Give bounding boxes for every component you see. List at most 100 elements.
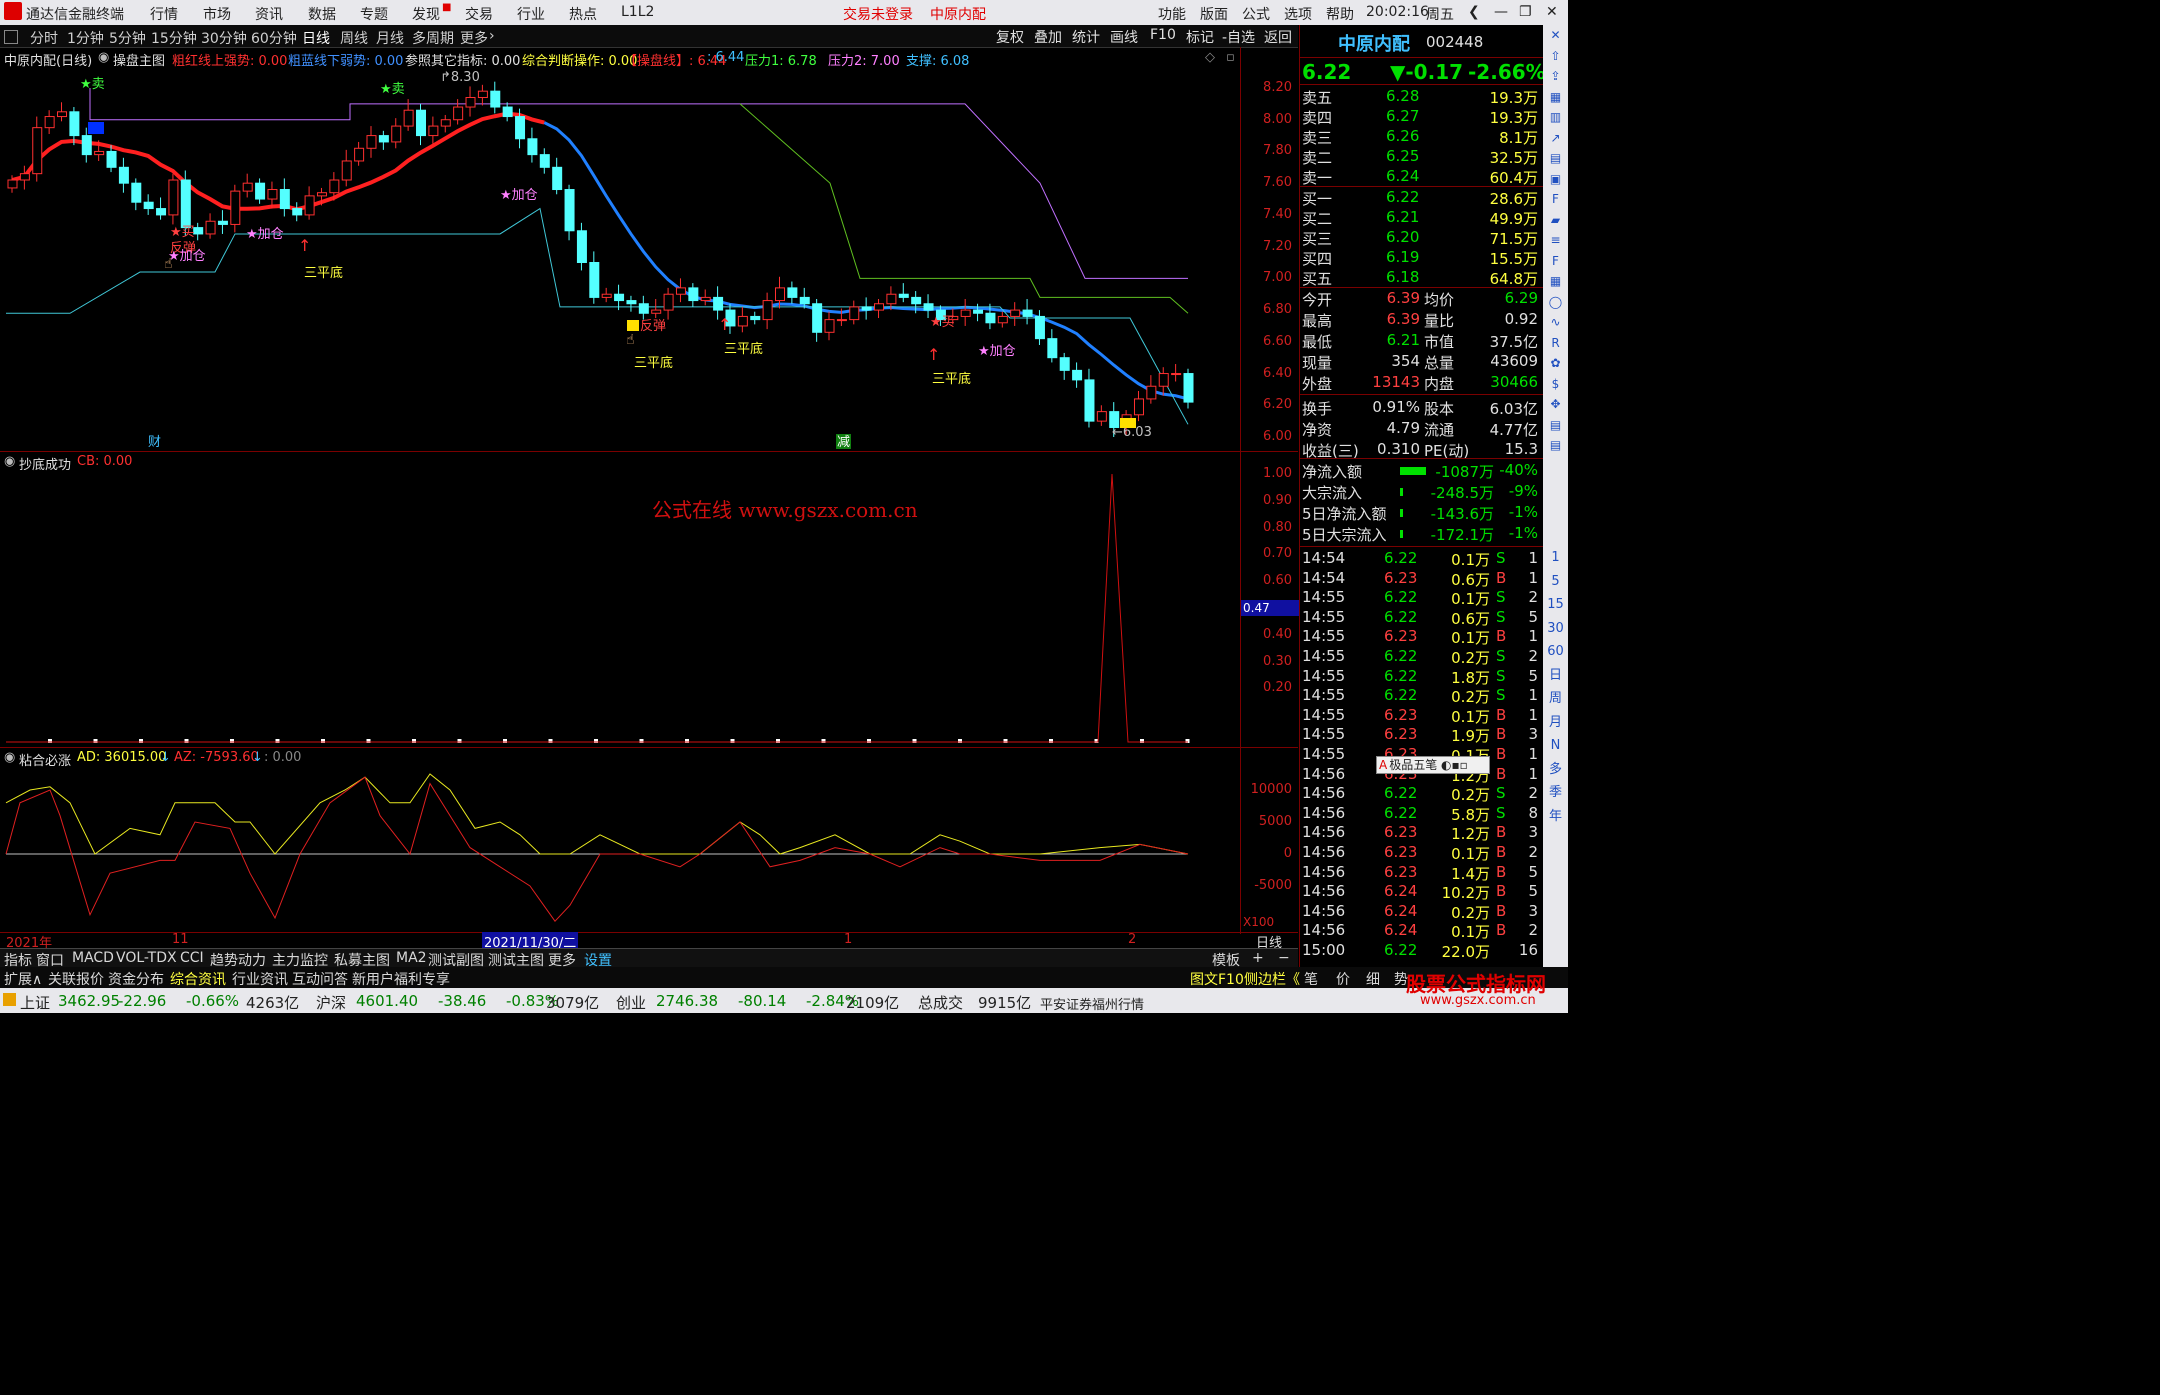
menu-jiaoyi[interactable]: 交易 — [465, 4, 493, 24]
huaxian-button[interactable]: 画线 — [1110, 27, 1138, 47]
period-shortcut[interactable]: N — [1547, 737, 1564, 754]
ext-tab[interactable]: 资金分布 — [108, 969, 164, 989]
period-30min[interactable]: 30分钟 — [201, 28, 247, 48]
back-icon[interactable]: ❮ — [1468, 4, 1480, 20]
ext-tab[interactable]: 扩展∧ — [4, 969, 42, 989]
ext-tab[interactable]: 行业资讯 — [232, 969, 288, 989]
f10-icon[interactable]: F — [1547, 191, 1564, 208]
arrows-icon[interactable]: ✥ — [1547, 396, 1564, 413]
bar-chart-icon[interactable]: ▦ — [1547, 89, 1564, 106]
period-daily[interactable]: 日线 — [302, 28, 330, 48]
ext-right-tab[interactable]: 笔 — [1304, 969, 1318, 989]
menu-l1l2[interactable]: L1L2 — [621, 4, 654, 20]
period-weekly[interactable]: 周线 — [340, 28, 368, 48]
f10-button[interactable]: F10 — [1150, 27, 1176, 43]
gear-icon[interactable]: ✿ — [1547, 355, 1564, 372]
index-name[interactable]: 创业 — [616, 992, 646, 1013]
diejia-button[interactable]: 叠加 — [1034, 27, 1062, 47]
fuquan-button[interactable]: 复权 — [996, 27, 1024, 47]
period-shortcut[interactable]: 年 — [1547, 808, 1564, 825]
grid-icon[interactable]: ▥ — [1547, 109, 1564, 126]
ext-tab[interactable]: 关联报价 — [48, 969, 104, 989]
period-shortcut[interactable]: 月 — [1547, 714, 1564, 731]
tongji-button[interactable]: 统计 — [1072, 27, 1100, 47]
ext-tab[interactable]: 互动问答 — [292, 969, 348, 989]
template-tab[interactable]: + — [1252, 950, 1264, 966]
menu-gongneng[interactable]: 功能 — [1158, 4, 1186, 24]
period-shortcut[interactable]: 1 — [1547, 549, 1564, 566]
circle-icon[interactable]: ◯ — [1547, 294, 1564, 311]
ext-right-tab[interactable]: 图文F10 — [1190, 969, 1244, 989]
ext-right-tab[interactable]: 价 — [1336, 969, 1350, 989]
ext-tab[interactable]: 综合资讯 — [170, 969, 226, 989]
menu-bangzhu[interactable]: 帮助 — [1326, 4, 1354, 24]
period-shortcut[interactable]: 5 — [1547, 573, 1564, 590]
menu-xuanxiang[interactable]: 选项 — [1284, 4, 1312, 24]
period-1min[interactable]: 1分钟 — [67, 28, 104, 48]
ad-az-indicator-chart[interactable] — [0, 748, 1240, 932]
minimize-icon[interactable]: — — [1494, 4, 1508, 20]
list-icon[interactable]: ≡ — [1547, 232, 1564, 249]
menu-redian[interactable]: 热点 — [569, 4, 597, 24]
cb-indicator-chart[interactable] — [0, 452, 1240, 747]
menu-zhuanti[interactable]: 专题 — [360, 4, 388, 24]
menu-banmian[interactable]: 版面 — [1200, 4, 1228, 24]
indicator-tab[interactable]: VOL-TDX — [116, 950, 177, 966]
menu-shichang[interactable]: 市场 — [203, 4, 231, 24]
ime-popup[interactable]: A 极品五笔 ◐▪▫ — [1376, 756, 1490, 774]
ext-right-tab[interactable]: 细 — [1366, 969, 1380, 989]
indicator-tab[interactable]: CCI — [180, 950, 204, 966]
period-15min[interactable]: 15分钟 — [151, 28, 197, 48]
ext-tab[interactable]: 新用户福利专享 — [352, 969, 450, 989]
flag-icon[interactable]: ▰ — [1547, 212, 1564, 229]
wave-icon[interactable]: ∿ — [1547, 314, 1564, 331]
period-5min[interactable]: 5分钟 — [109, 28, 146, 48]
period-shortcut[interactable]: 30 — [1547, 620, 1564, 637]
biaoji-button[interactable]: 标记 — [1186, 27, 1214, 47]
period-shortcut[interactable]: 15 — [1547, 596, 1564, 613]
trade-login-status[interactable]: 交易未登录 — [843, 4, 913, 24]
menu-shuju[interactable]: 数据 — [308, 4, 336, 24]
period-shortcut[interactable]: 60 — [1547, 643, 1564, 660]
indicator-tab[interactable]: MA2 — [396, 950, 427, 966]
period-multi[interactable]: 多周期 — [412, 28, 454, 48]
trend-icon[interactable]: ↗ — [1547, 130, 1564, 147]
indicator-toggle-icon[interactable]: ◉ — [98, 50, 109, 65]
candlestick-chart[interactable]: ★卖 ★卖★买反弹★加仓★加仓★加仓★加仓★买反弹三平底三平底三平底三平底↑↑↑↱… — [0, 68, 1240, 451]
period-shortcut[interactable]: 多 — [1547, 761, 1564, 778]
main-indicator-name[interactable]: 操盘主图 — [113, 50, 165, 69]
close-icon[interactable]: ✕ — [1547, 27, 1564, 44]
diamond-icon[interactable]: ◇ — [1205, 50, 1215, 65]
chevron-right-icon[interactable]: › — [489, 28, 495, 44]
template-tab[interactable]: − — [1278, 950, 1290, 966]
period-monthly[interactable]: 月线 — [376, 28, 404, 48]
fanhui-button[interactable]: 返回 — [1264, 27, 1292, 47]
index-name[interactable]: 上证 — [20, 992, 50, 1013]
doc2-icon[interactable]: ▤ — [1547, 417, 1564, 434]
menu-hangqing[interactable]: 行情 — [150, 4, 178, 24]
doc3-icon[interactable]: ▤ — [1547, 437, 1564, 454]
period-shortcut[interactable]: 季 — [1547, 784, 1564, 801]
period-shortcut[interactable]: 日 — [1547, 667, 1564, 684]
menu-zixun[interactable]: 资讯 — [255, 4, 283, 24]
calendar-icon[interactable]: ▤ — [1547, 150, 1564, 167]
restore-icon[interactable]: ❐ — [1519, 4, 1532, 20]
doc-icon[interactable]: ▣ — [1547, 171, 1564, 188]
arrow-up-outline-icon[interactable]: ⇪ — [1547, 68, 1564, 85]
period-60min[interactable]: 60分钟 — [251, 28, 297, 48]
panel-toggle-icon[interactable] — [4, 30, 18, 44]
indicator-tab[interactable]: MACD — [72, 950, 114, 966]
index-name[interactable]: 沪深 — [316, 992, 346, 1013]
menu-gongshi[interactable]: 公式 — [1242, 4, 1270, 24]
close-window-icon[interactable]: ✕ — [1546, 4, 1558, 20]
table-icon[interactable]: ▦ — [1547, 273, 1564, 290]
arrow-up-icon[interactable]: ⇧ — [1547, 48, 1564, 65]
ext-right-tab[interactable]: 侧边栏《 — [1244, 969, 1300, 989]
zixuan-button[interactable]: -自选 — [1222, 27, 1255, 47]
period-shortcut[interactable]: 周 — [1547, 690, 1564, 707]
rsi-icon[interactable]: R — [1547, 335, 1564, 352]
square-icon[interactable]: ▫ — [1226, 50, 1235, 65]
f2-icon[interactable]: F — [1547, 253, 1564, 270]
menu-faxian[interactable]: 发现 — [412, 4, 440, 24]
menu-hangye[interactable]: 行业 — [517, 4, 545, 24]
